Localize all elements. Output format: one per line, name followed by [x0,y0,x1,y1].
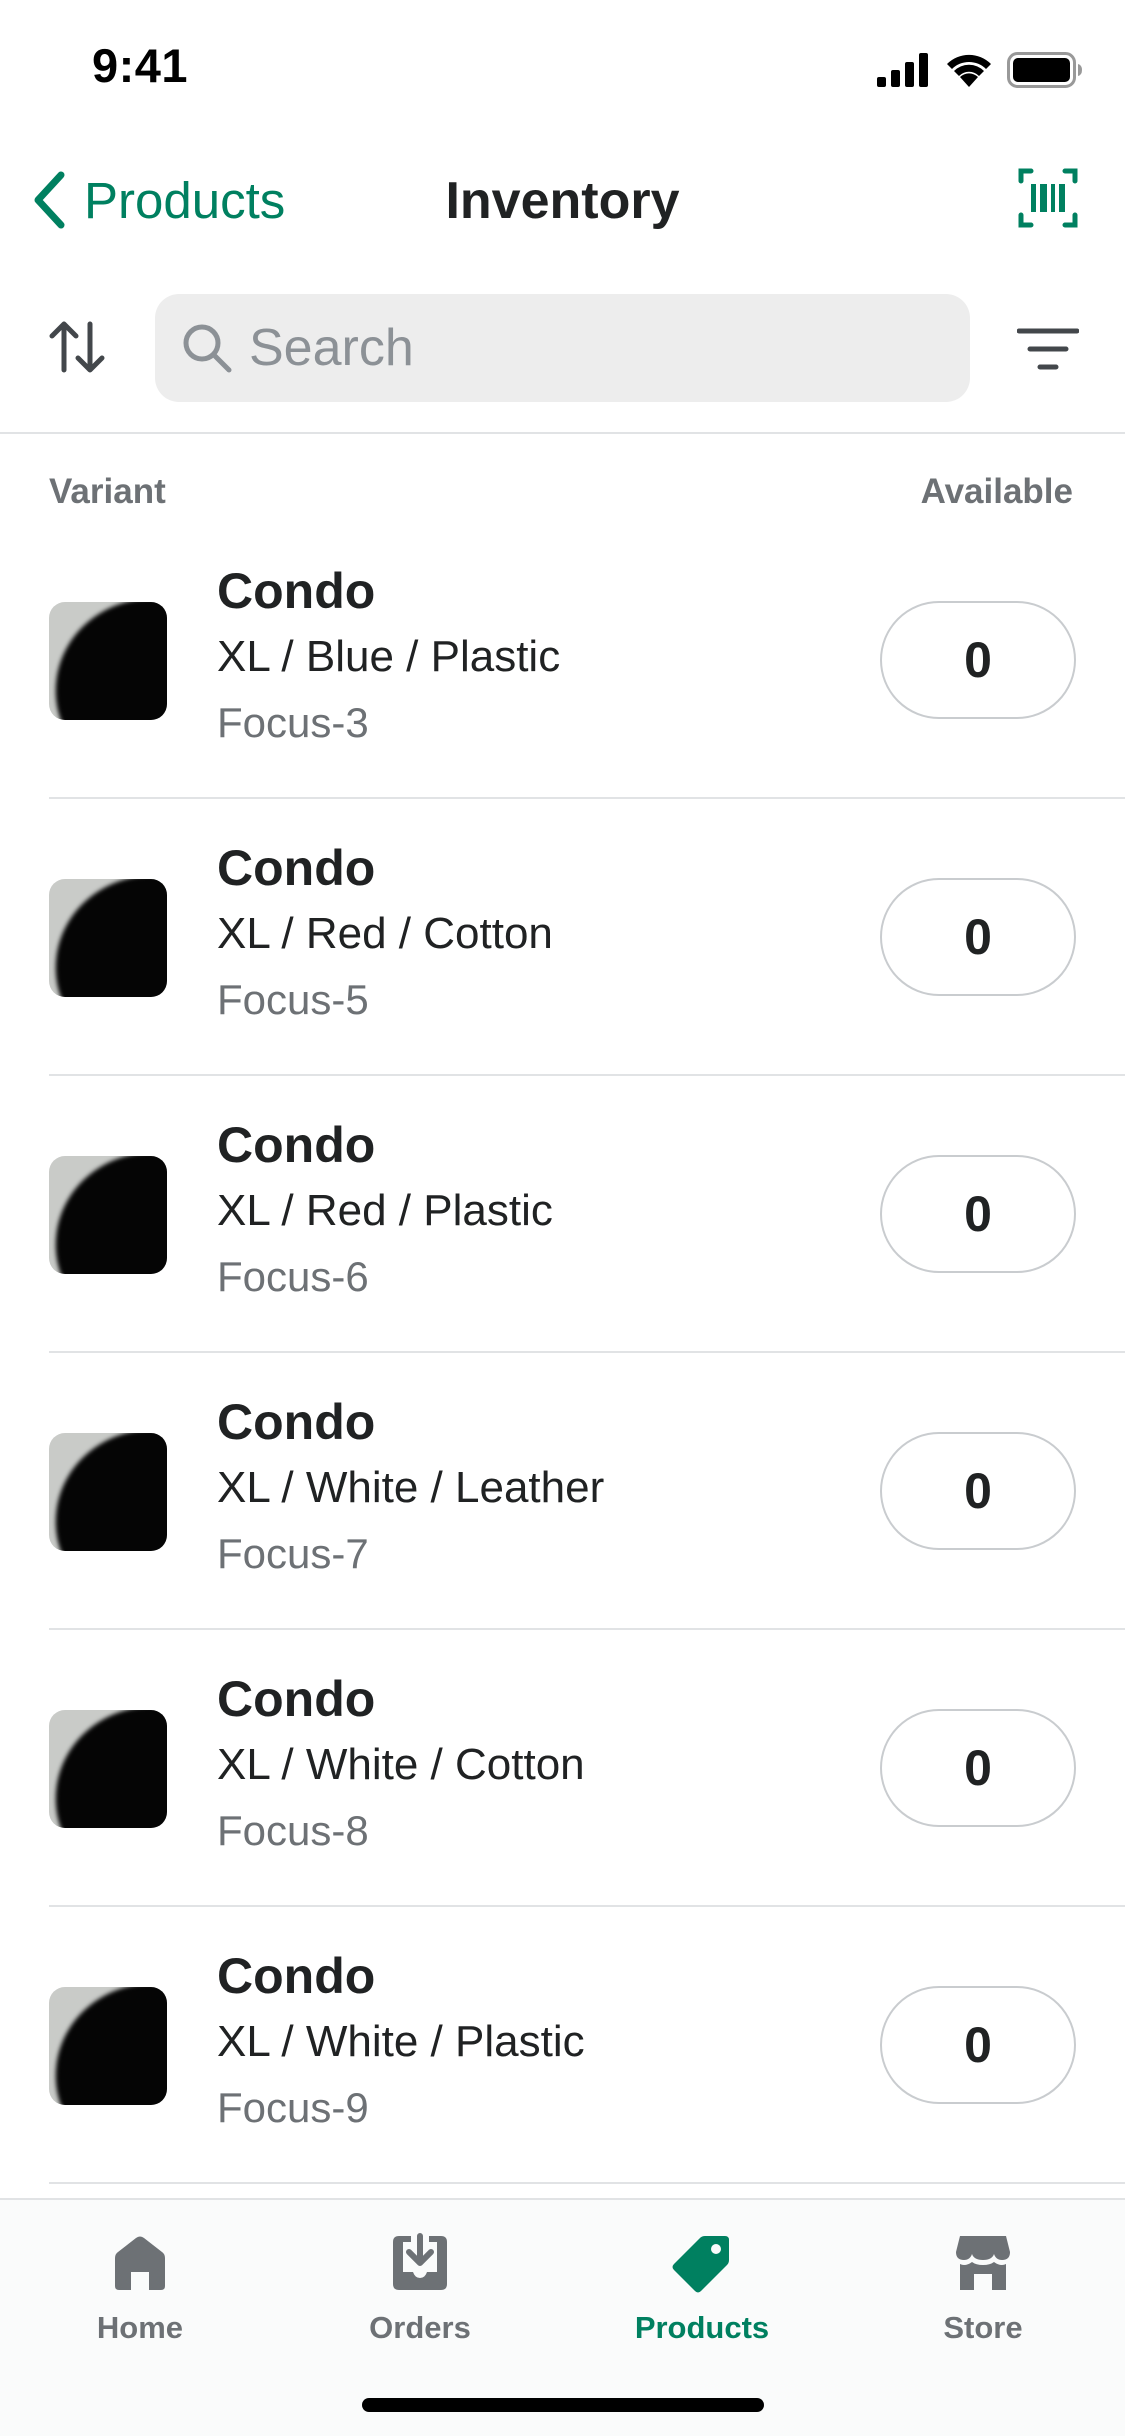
back-button[interactable]: Products [24,165,285,235]
product-title: Condo [217,1948,376,2004]
column-header-variant: Variant [49,472,166,511]
product-title: Condo [217,563,376,619]
list-item-text: Condo XL / White / Cotton Focus-8 [217,1666,585,1864]
tab-store[interactable]: Store [893,2232,1073,2346]
variant-options: XL / Red / Plastic [217,1186,553,1235]
orders-icon [393,2233,447,2290]
column-headers: Variant Available [0,468,1125,518]
list-item[interactable]: Condo XL / White / Cotton Focus-8 0 [49,1630,1125,1907]
filter-icon [1016,328,1080,370]
tab-label: Store [943,2310,1023,2345]
available-quantity-field[interactable]: 0 [880,1432,1076,1550]
variant-sku: Focus-7 [217,1530,369,1577]
barcode-scan-button[interactable] [1017,167,1079,229]
status-icons [877,52,1083,88]
tab-orders[interactable]: Orders [330,2232,510,2346]
available-quantity-field[interactable]: 0 [880,878,1076,996]
list-item-text: Condo XL / Red / Plastic Focus-6 [217,1112,553,1310]
tab-label: Orders [369,2310,471,2345]
variant-sku: Focus-5 [217,976,369,1023]
filter-button[interactable] [1016,318,1080,380]
list-item[interactable]: Condo XL / Blue / Plastic Focus-3 0 [49,522,1125,799]
back-label: Products [84,171,286,229]
home-icon [115,2236,165,2290]
product-thumbnail [49,1710,167,1828]
signal-icon [877,53,928,87]
list-item[interactable]: Condo XL / Red / Plastic Focus-6 0 [49,1076,1125,1353]
wifi-icon [947,54,991,87]
inventory-list: Condo XL / Blue / Plastic Focus-3 0 Cond… [0,522,1125,2184]
search-row [0,292,1125,404]
tab-products[interactable]: Products [612,2232,792,2346]
available-quantity-field[interactable]: 0 [880,1155,1076,1273]
variant-options: XL / Red / Cotton [217,909,553,958]
list-item[interactable]: Condo XL / White / Plastic Focus-9 0 [49,1907,1125,2184]
status-bar: 9:41 [0,0,1125,135]
variant-sku: Focus-3 [217,699,369,746]
sort-button[interactable] [46,316,108,378]
list-item-text: Condo XL / White / Plastic Focus-9 [217,1943,585,2141]
variant-options: XL / White / Leather [217,1463,605,1512]
variant-options: XL / Blue / Plastic [217,632,561,681]
available-quantity-field[interactable]: 0 [880,1709,1076,1827]
list-item-text: Condo XL / Red / Cotton Focus-5 [217,835,553,1033]
product-thumbnail [49,1987,167,2105]
status-time: 9:41 [92,39,189,92]
available-quantity-field[interactable]: 0 [880,1986,1076,2104]
product-thumbnail [49,1156,167,1274]
nav-bar: Products Inventory [0,135,1125,265]
chevron-left-icon [24,165,74,235]
variant-options: XL / White / Plastic [217,2017,585,2066]
search-icon [177,318,237,378]
tab-home[interactable]: Home [50,2232,230,2346]
search-input[interactable] [249,318,949,378]
home-indicator [362,2398,764,2412]
product-thumbnail [49,1433,167,1551]
product-thumbnail [49,602,167,720]
tag-icon [672,2236,729,2293]
sort-icon [49,321,105,373]
tab-label: Products [634,2310,770,2345]
barcode-icon [1018,168,1078,228]
list-item-text: Condo XL / Blue / Plastic Focus-3 [217,558,560,756]
battery-icon [1007,52,1082,88]
product-title: Condo [217,1117,376,1173]
list-item[interactable]: Condo XL / White / Leather Focus-7 0 [49,1353,1125,1630]
search-bar[interactable] [155,294,970,402]
product-thumbnail [49,879,167,997]
product-title: Condo [217,840,376,896]
tab-label: Home [96,2310,184,2345]
list-item[interactable]: Condo XL / Red / Cotton Focus-5 0 [49,799,1125,1076]
variant-sku: Focus-6 [217,1253,369,1300]
product-title: Condo [217,1394,376,1450]
store-icon [956,2236,1010,2290]
variant-sku: Focus-8 [217,1807,369,1854]
product-title: Condo [217,1671,376,1727]
divider [0,432,1125,434]
variant-options: XL / White / Cotton [217,1740,585,1789]
list-item-text: Condo XL / White / Leather Focus-7 [217,1389,604,1587]
column-header-available: Available [920,472,1073,511]
variant-sku: Focus-9 [217,2084,369,2131]
available-quantity-field[interactable]: 0 [880,601,1076,719]
